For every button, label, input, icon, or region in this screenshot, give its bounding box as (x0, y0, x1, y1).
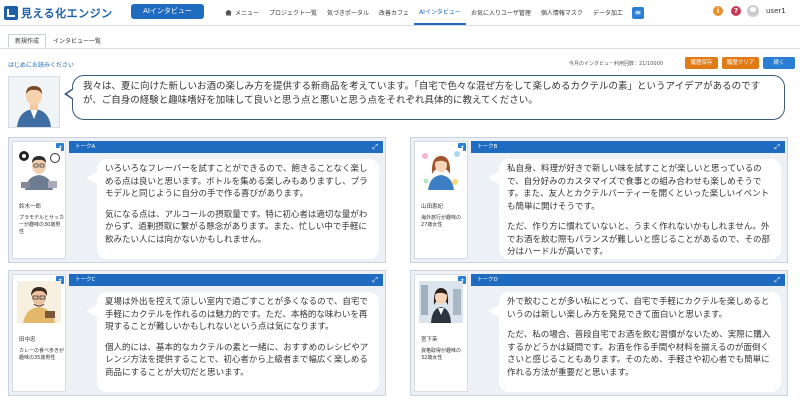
talk-panel-b: ◂ 山田恵紀 海外旅行が趣味の27歳女性 トークB ⤢ 私自身、料理が好きで新し… (410, 137, 788, 263)
ai-interview-button[interactable]: AIインタビュー (131, 4, 204, 19)
talk-title: トークA (75, 144, 96, 150)
talk-title-bar: トークD ⤢ (471, 274, 785, 286)
nav-item-favorite-users[interactable]: お気に入りユーザ管理 (466, 0, 536, 25)
talk-paragraph: 気になる点は、アルコールの摂取量です。特に初心者は適切な量がわからず、過剰摂取に… (105, 209, 368, 245)
help-icon[interactable]: ? (731, 6, 741, 16)
nav-item-insight-portal[interactable]: 気づきポータル (322, 0, 374, 25)
talk-paragraph: 夏場は外出を控えて涼しい室内で過ごすことが多くなるので、自宅で手軽にカクテルを作… (105, 297, 368, 332)
nav-item-data-processing[interactable]: データ加工 (588, 0, 628, 25)
bubble-tail (488, 172, 499, 184)
persona-description: プラモデルとサッカーが趣味の30歳男性 (19, 215, 65, 235)
expand-icon[interactable]: ⤢ (372, 275, 378, 285)
tab-new[interactable]: 新規作成 (8, 34, 47, 48)
persona-name: 鈴木一郎 (19, 204, 42, 210)
interview-prompt: 我々は、夏に向けた新しいお酒の楽しみ方を提供する新商品を考えています。「自宅で色… (64, 75, 785, 120)
nav-item-projects[interactable]: プロジェクト一覧 (264, 0, 322, 25)
persona-card: ◂ 鈴木一郎 プラモデルとサッカーが趣味の30歳男性 (12, 141, 66, 259)
talk-title-bar: トークC ⤢ (69, 274, 383, 286)
home-icon (225, 9, 232, 16)
persona-card: ◂ 宮下茉 資格取得が趣味の32歳女性 (414, 274, 468, 392)
nav-item-kaizen-cafe[interactable]: 改善カフェ (374, 0, 414, 25)
interviewer-avatar (8, 76, 60, 128)
user-name[interactable]: user1 (766, 7, 786, 15)
info-icon[interactable]: i (713, 6, 723, 16)
main-nav: メニュー プロジェクト一覧 気づきポータル 改善カフェ AIインタビュー お気に… (220, 0, 644, 25)
persona-avatar (419, 148, 463, 190)
talk-title-bar: トークA ⤢ (69, 141, 383, 153)
persona-description: 海外旅行が趣味の27歳女性 (421, 215, 462, 228)
expand-icon[interactable]: ⤢ (372, 142, 378, 152)
bubble-tail (86, 305, 97, 317)
talk-bubble: 外で飲むことが多い私にとって、自宅で手軽にカクテルを楽しめるというのは新しい楽し… (499, 292, 781, 392)
talk-title: トークC (75, 277, 96, 283)
persona-card: ◂ 田中忠 カレーの食べ歩きが趣味の35歳男性 (12, 274, 66, 392)
persona-name: 宮下茉 (421, 337, 438, 343)
expand-icon[interactable]: ⤢ (774, 275, 780, 285)
talk-paragraph: 個人的には、基本的なカクテルの素と一緒に、おすすめのレシピやアレンジ方法を提供す… (105, 342, 369, 378)
tab-bar: 新規作成 インタビュー一覧 (8, 34, 108, 48)
talk-title: トークD (477, 277, 498, 283)
expand-icon[interactable]: ⤢ (774, 142, 780, 152)
talk-panel-d: ◂ 宮下茉 資格取得が趣味の32歳女性 トークD ⤢ 外で飲むことが多い私にとっ… (410, 270, 788, 396)
bubble-tail (86, 172, 97, 184)
talk-bubble: 夏場は外出を控えて涼しい室内で過ごすことが多くなるので、自宅で手軽にカクテルを作… (97, 292, 379, 392)
talk-panel-a: ◂ 鈴木一郎 プラモデルとサッカーが趣味の30歳男性 トークA ⤢ いろいろなフ… (8, 137, 386, 263)
hamburger-menu-icon[interactable]: ≡ (631, 6, 644, 19)
user-avatar-icon[interactable] (747, 5, 759, 17)
talk-title: トークB (477, 144, 498, 150)
persona-avatar (419, 281, 463, 323)
top-bar: 見える化エンジン AIインタビュー メニュー プロジェクト一覧 気づきポータル … (0, 0, 800, 26)
persona-name: 山田恵紀 (421, 204, 444, 210)
persona-avatar (17, 281, 61, 323)
talk-panel-c: ◂ 田中忠 カレーの食べ歩きが趣味の35歳男性 トークC ⤢ 夏場は外出を控えて… (8, 270, 386, 396)
bubble-tail (488, 305, 499, 317)
nav-item-privacy-mask[interactable]: 個人情報マスク (536, 0, 588, 25)
talk-paragraph: 外で飲むことが多い私にとって、自宅で手軽にカクテルを楽しめるというのは新しい楽し… (507, 297, 770, 320)
tab-interview-list[interactable]: インタビュー一覧 (46, 34, 108, 48)
nav-item-menu[interactable]: メニュー (220, 0, 264, 25)
talk-bubble: 私自身、料理が好きで新しい味を試すことが楽しいと思っているので、自分好みのカスタ… (499, 159, 781, 259)
continue-button[interactable]: 続く (763, 57, 795, 69)
persona-name: 田中忠 (19, 337, 36, 343)
logo[interactable]: 見える化エンジン (4, 5, 113, 21)
persona-description: カレーの食べ歩きが趣味の35歳男性 (19, 348, 65, 361)
save-history-button[interactable]: 履歴保存 (685, 57, 718, 69)
clear-history-button[interactable]: 履歴クリア (722, 57, 759, 69)
read-first-link[interactable]: はじめにお読みください (8, 60, 74, 69)
persona-avatar (17, 148, 61, 190)
talk-paragraph: ただ、作り方に慣れていないと、うまく作れないかもしれません。外でお酒を飲む際もバ… (507, 222, 770, 257)
logo-icon (4, 6, 18, 20)
talk-bubble: いろいろなフレーバーを試すことができるので、飽きることなく楽しめる点は良いと思い… (97, 159, 379, 259)
persona-description: 資格取得が趣味の32歳女性 (421, 348, 462, 361)
talk-paragraph: 私自身、料理が好きで新しい味を試すことが楽しいと思っているので、自分好みのカスタ… (507, 164, 770, 212)
logo-text: 見える化エンジン (21, 7, 113, 20)
nav-item-ai-interview[interactable]: AIインタビュー (414, 0, 466, 25)
usage-count: 今月のインタビュー利用回数：21/10000 (569, 61, 663, 67)
talk-paragraph: ただ、私の場合、普段自宅でお酒を飲む習慣がないため、実際に購入するかどうかは疑問… (507, 330, 771, 378)
nav-item-label: メニュー (235, 10, 260, 17)
talk-title-bar: トークB ⤢ (471, 141, 785, 153)
persona-card: ◂ 山田恵紀 海外旅行が趣味の27歳女性 (414, 141, 468, 259)
tab-divider (0, 48, 800, 49)
talk-paragraph: いろいろなフレーバーを試すことができるので、飽きることなく楽しめる点は良いと思い… (105, 164, 368, 199)
